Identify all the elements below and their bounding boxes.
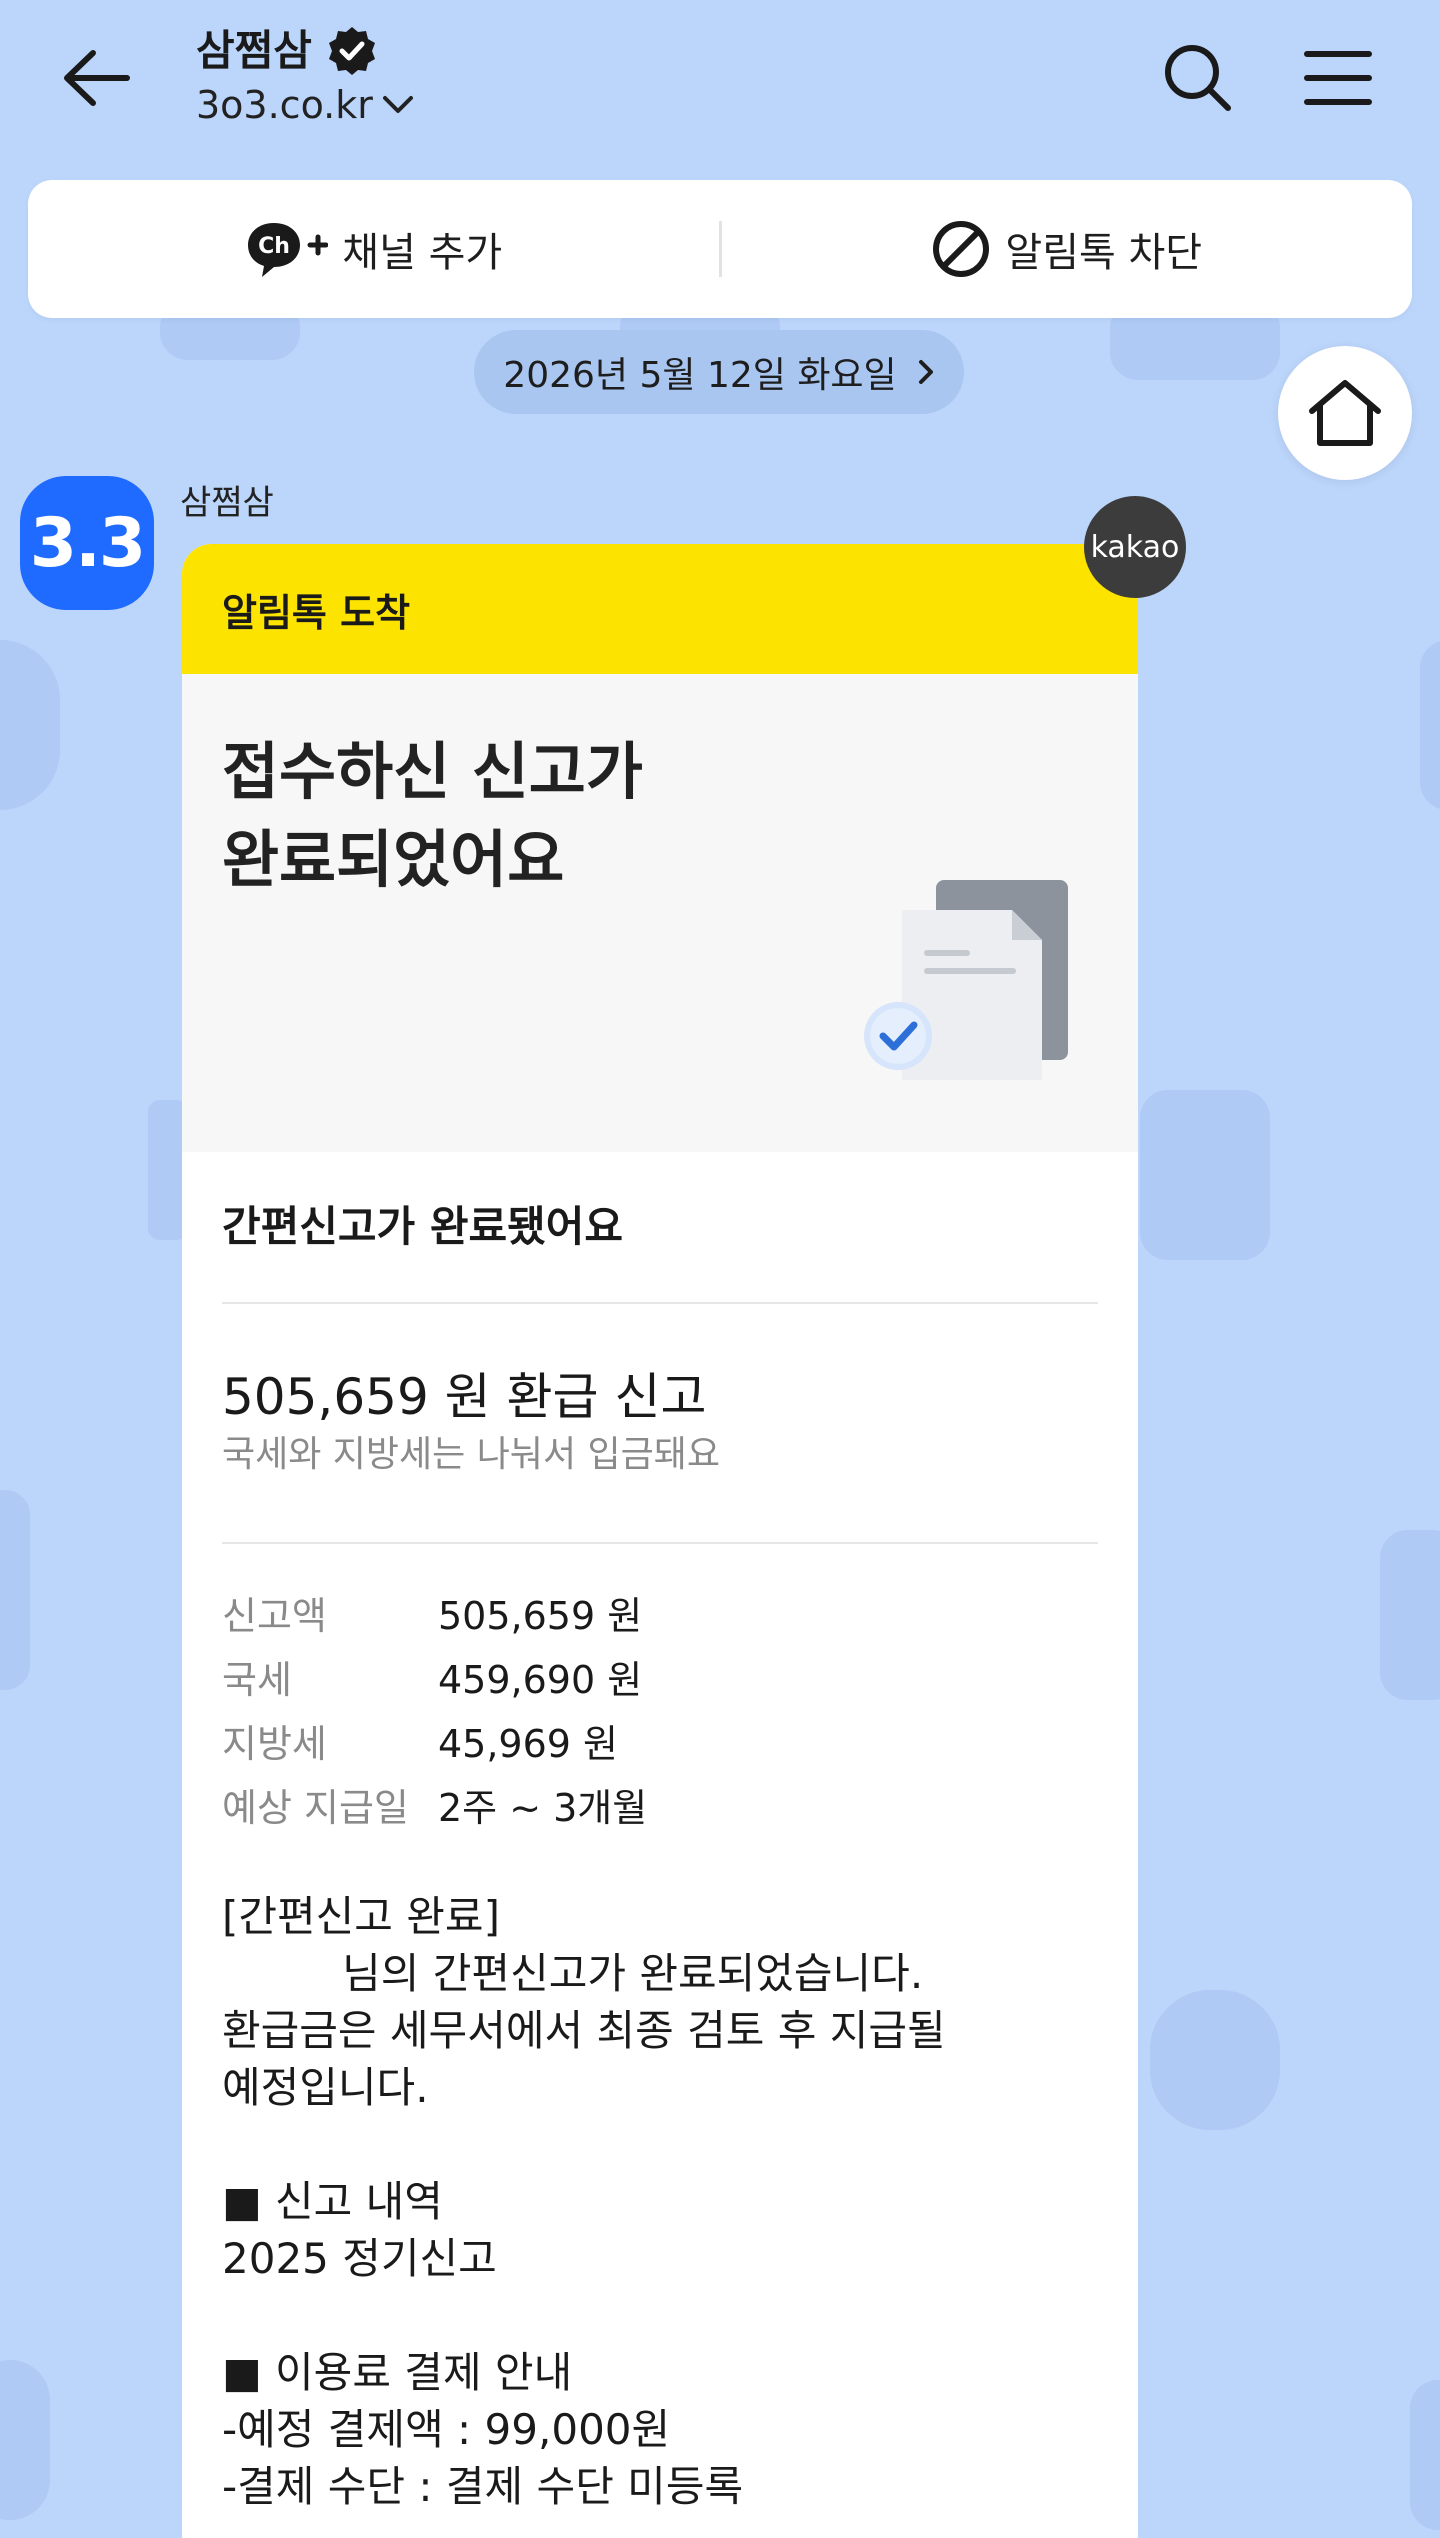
detail-value: 459,690 원 (438, 1658, 643, 1702)
kakao-badge: kakao (1084, 496, 1186, 598)
background-decoration (1420, 640, 1440, 810)
detail-label: 예상 지급일 (222, 1786, 409, 1830)
add-channel-label: 채널 추가 (342, 230, 503, 276)
refund-note: 국세와 지방세는 나눠서 입금돼요 (222, 1434, 721, 1475)
detail-label: 지방세 (222, 1722, 327, 1766)
section-title: 간편신고가 완료됐어요 (222, 1152, 1098, 1304)
message-text: [간편신고 완료] 님의 간편신고가 완료되었습니다. 환급금은 세무서에서 최… (222, 1892, 946, 2511)
detail-row: 예상 지급일 2주 ~ 3개월 (222, 1776, 1098, 1840)
kakao-badge-label: kakao (1090, 529, 1180, 565)
background-decoration (1140, 1090, 1270, 1260)
verified-badge-icon (328, 27, 375, 75)
home-icon (1309, 380, 1381, 446)
background-decoration (1380, 1530, 1440, 1700)
block-alimtalk-button[interactable]: 알림톡 차단 (722, 180, 1413, 318)
detail-row: 국세 459,690 원 (222, 1648, 1098, 1712)
detail-value: 505,659 원 (438, 1594, 643, 1638)
channel-title: 삼쩜삼 3o3.co.kr (196, 22, 415, 130)
background-decoration (0, 2360, 50, 2520)
detail-row: 신고액 505,659 원 (222, 1584, 1098, 1648)
background-decoration (0, 1490, 30, 1690)
alimtalk-message-card[interactable]: 알림톡 도착 접수하신 신고가 완료되었어요 간편신고가 완료됐어요 505,6… (182, 544, 1138, 2538)
sender-avatar[interactable]: 3.3 (20, 476, 154, 610)
avatar-logo-text: 3.3 (29, 503, 146, 583)
card-hero: 접수하신 신고가 완료되었어요 (182, 674, 1138, 1152)
background-decoration (1410, 2380, 1440, 2530)
card-body: 간편신고가 완료됐어요 505,659 원 환급 신고 국세와 지방세는 나눠서… (182, 1152, 1138, 2515)
detail-label: 신고액 (222, 1594, 327, 1638)
background-decoration (0, 640, 60, 810)
chevron-down-icon (382, 96, 413, 113)
menu-button[interactable] (1300, 40, 1376, 116)
block-alimtalk-label: 알림톡 차단 (1005, 230, 1203, 276)
domain-dropdown[interactable]: 3o3.co.kr (196, 80, 415, 130)
chat-screen: 삼쩜삼 3o3.co.kr Ch 채널 추가 알림톡 차단 2026년 5월 1… (0, 0, 1440, 2538)
block-icon (933, 221, 990, 277)
home-button[interactable] (1278, 346, 1412, 480)
domain-text: 3o3.co.kr (196, 83, 373, 127)
refund-details: 신고액 505,659 원 국세 459,690 원 지방세 45,969 원 … (222, 1544, 1098, 1840)
search-button[interactable] (1160, 40, 1236, 116)
search-icon (1165, 45, 1231, 111)
channel-action-bar: Ch 채널 추가 알림톡 차단 (28, 180, 1412, 318)
back-button[interactable] (56, 38, 136, 118)
add-channel-button[interactable]: Ch 채널 추가 (28, 180, 719, 318)
date-divider[interactable]: 2026년 5월 12일 화요일 (474, 330, 964, 414)
detail-label: 국세 (222, 1658, 292, 1702)
date-text: 2026년 5월 12일 화요일 (503, 355, 897, 396)
svg-text:Ch: Ch (258, 234, 290, 259)
refund-amount: 505,659 원 환급 신고 (222, 1368, 707, 1426)
refund-summary: 505,659 원 환급 신고 국세와 지방세는 나눠서 입금돼요 (222, 1304, 1098, 1544)
arrow-left-icon (64, 50, 130, 106)
sender-name: 삼쩜삼 (180, 483, 274, 523)
channel-add-icon: Ch (248, 223, 329, 277)
detail-value: 45,969 원 (438, 1722, 619, 1766)
hamburger-menu-icon (1304, 51, 1372, 105)
document-check-icon (864, 880, 1068, 1080)
channel-name-row: 삼쩜삼 (196, 22, 415, 80)
hero-title-line: 접수하신 신고가 (222, 735, 643, 808)
chevron-right-icon (918, 360, 933, 384)
channel-name: 삼쩜삼 (196, 26, 312, 75)
card-header: 알림톡 도착 (182, 544, 1138, 674)
background-decoration (1150, 1990, 1280, 2130)
chat-header: 삼쩜삼 3o3.co.kr (0, 0, 1440, 170)
detail-row: 지방세 45,969 원 (222, 1712, 1098, 1776)
detail-value: 2주 ~ 3개월 (438, 1786, 648, 1830)
card-header-label: 알림톡 도착 (222, 590, 411, 635)
